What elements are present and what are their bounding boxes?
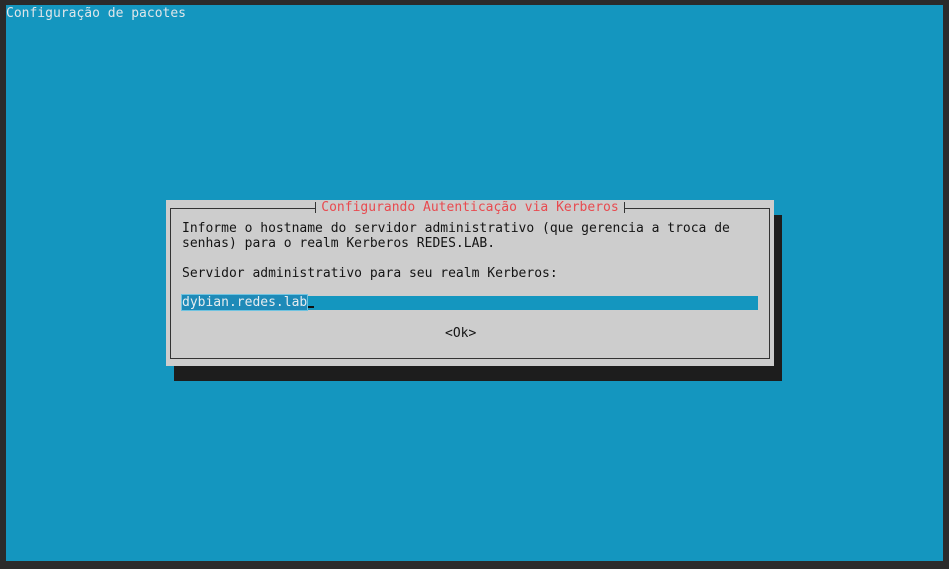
input-prompt: Servidor administrativo para seu realm K… [182, 266, 558, 281]
admin-server-input-value[interactable]: dybian.redes.lab [180, 294, 315, 311]
terminal-screen: Configuração de pacotes Configurando Aut… [6, 5, 943, 561]
input-selected-text: dybian.redes.lab [180, 294, 309, 311]
description-line-1: Informe o hostname do servidor administr… [182, 221, 730, 236]
dialog-title: Configurando Autenticação via Kerberos [315, 200, 626, 215]
admin-server-input[interactable]: dybian.redes.lab [180, 294, 758, 311]
description-line-2: senhas) para o realm Kerberos REDES.LAB. [182, 236, 496, 251]
config-dialog: Configurando Autenticação via Kerberos I… [166, 200, 774, 366]
ok-button[interactable]: <Ok> [445, 326, 476, 341]
backtitle: Configuração de pacotes [6, 6, 187, 21]
text-cursor [307, 306, 315, 308]
dialog-title-bar: Configurando Autenticação via Kerberos [166, 200, 774, 216]
